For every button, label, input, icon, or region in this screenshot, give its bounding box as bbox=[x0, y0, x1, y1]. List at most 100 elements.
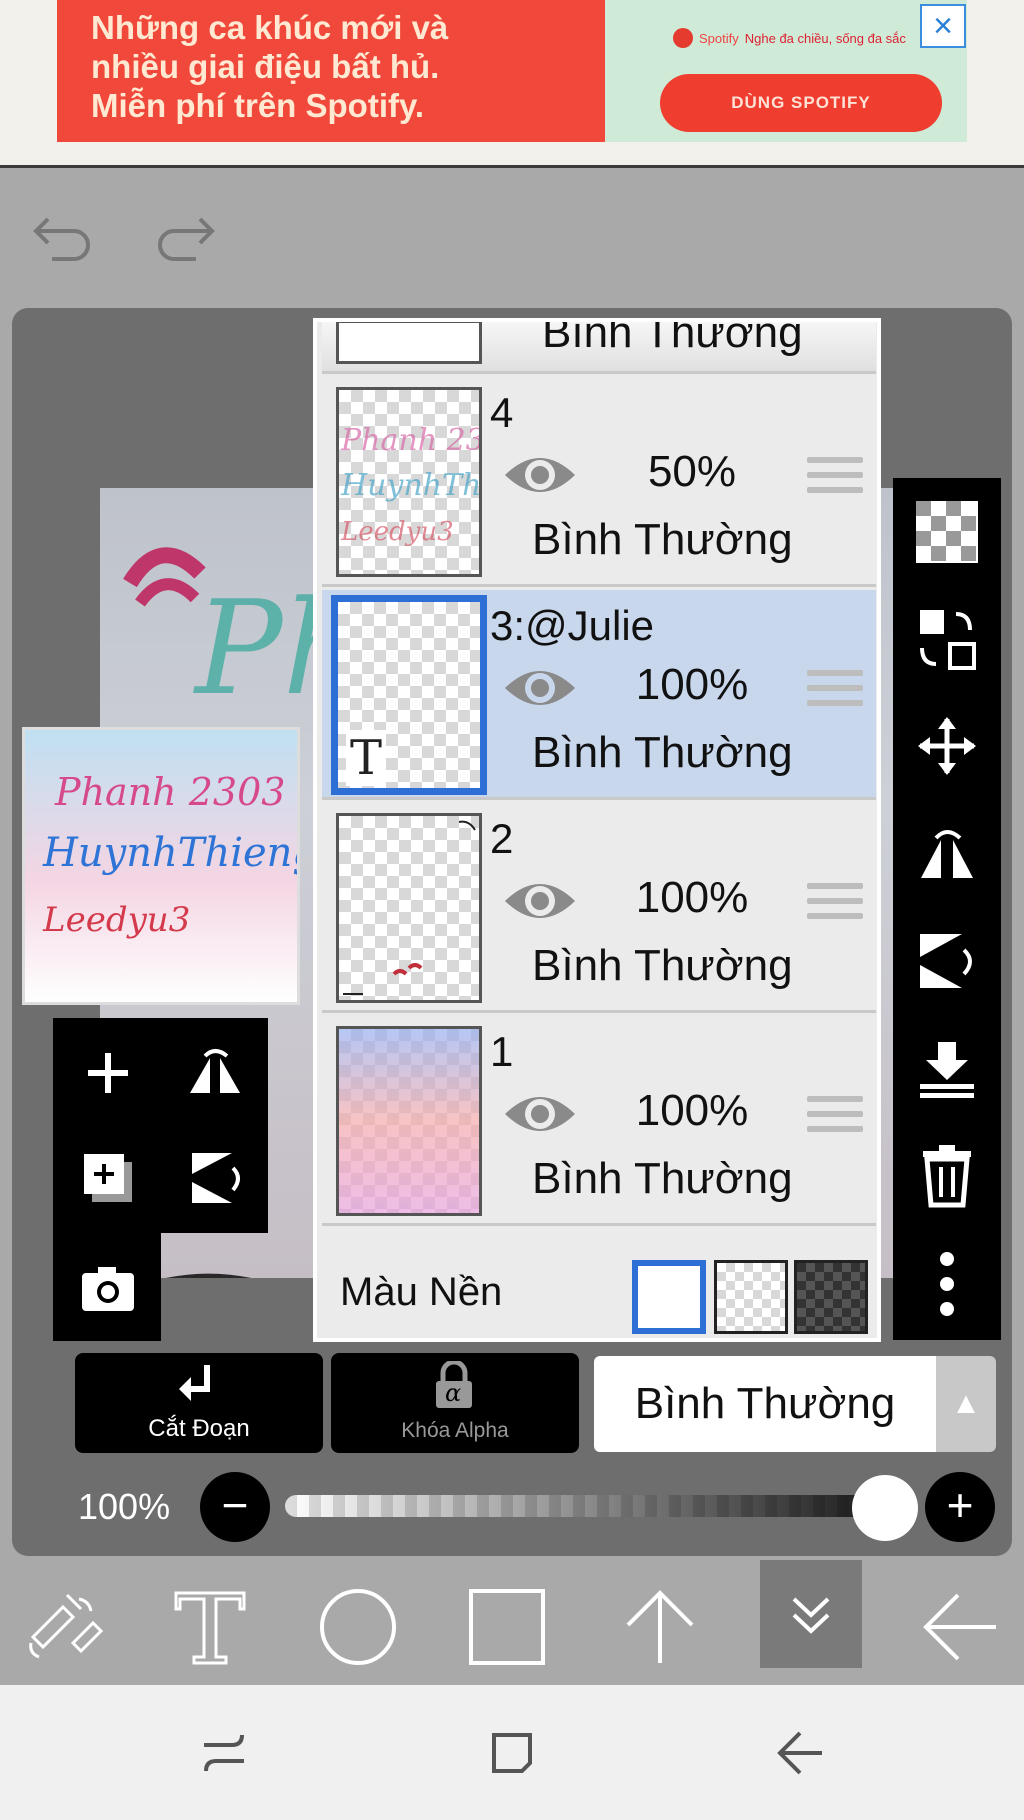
background-dark-checker-swatch[interactable] bbox=[794, 1260, 868, 1334]
undo-icon[interactable] bbox=[30, 205, 96, 261]
layer-row-4[interactable]: Phanh 2303 HuynhThien Leedyu3 4 50% Bình T… bbox=[322, 377, 876, 587]
transparency-icon[interactable] bbox=[911, 496, 983, 568]
layer-blend-mode[interactable]: Bình Thường bbox=[532, 1154, 793, 1204]
layer-opacity[interactable]: 50% bbox=[612, 447, 772, 497]
layer-blend-mode: Bình Thường bbox=[542, 322, 803, 357]
ad-cta-button[interactable]: DÙNG SPOTIFY bbox=[660, 74, 942, 132]
system-nav-bar bbox=[0, 1685, 1024, 1820]
layer-thumbnail bbox=[336, 1026, 482, 1216]
background-color-row: Màu Nền bbox=[322, 1230, 876, 1338]
visibility-eye-icon[interactable] bbox=[502, 660, 578, 716]
ad-close-icon[interactable]: × bbox=[920, 4, 966, 48]
layer-opacity[interactable]: 100% bbox=[612, 1086, 772, 1136]
flip-horizontal-layer-icon[interactable] bbox=[911, 818, 983, 890]
clipping-button[interactable]: Cắt Đoạn bbox=[75, 1353, 323, 1453]
swap-layer-icon[interactable] bbox=[911, 603, 983, 675]
add-layer-icon[interactable] bbox=[73, 1038, 143, 1108]
lock-icon: α bbox=[433, 1359, 475, 1409]
layers-panel[interactable]: Bình Thường Phanh 2303 HuynhThien Leedyu3 … bbox=[313, 318, 881, 1342]
trash-icon[interactable] bbox=[911, 1140, 983, 1212]
visibility-eye-icon[interactable] bbox=[502, 873, 578, 929]
layer-name[interactable]: 1 bbox=[490, 1028, 513, 1076]
clip-arrow-icon bbox=[179, 1365, 210, 1401]
layer-thumbnail bbox=[336, 813, 482, 1003]
layer-name[interactable]: 4 bbox=[490, 389, 513, 437]
text-layer-badge: T bbox=[346, 730, 387, 786]
left-tools-panel-bottom bbox=[53, 1233, 161, 1341]
layer-thumbnail bbox=[336, 322, 482, 364]
layer-thumbnail: T bbox=[331, 595, 487, 795]
home-icon[interactable] bbox=[484, 1725, 540, 1781]
alpha-glyph: α bbox=[445, 1379, 462, 1407]
alpha-lock-button[interactable]: α Khóa Alpha bbox=[331, 1353, 579, 1453]
collapse-layers-icon[interactable] bbox=[760, 1560, 862, 1668]
more-options-icon[interactable] bbox=[911, 1248, 983, 1320]
merge-down-icon[interactable] bbox=[911, 1033, 983, 1105]
layer-blend-mode[interactable]: Bình Thường bbox=[532, 515, 793, 565]
blend-mode-select[interactable]: Bình Thường bbox=[594, 1356, 936, 1452]
ad-line-1: Những ca khúc mới và bbox=[91, 9, 449, 46]
layer-row-partial[interactable]: Bình Thường bbox=[322, 322, 876, 374]
bottom-tool-bar bbox=[0, 1560, 1024, 1685]
background-transparent-swatch[interactable] bbox=[714, 1260, 788, 1334]
svg-text:Leedyu3: Leedyu3 bbox=[340, 517, 454, 547]
move-up-arrow-icon[interactable] bbox=[615, 1582, 705, 1672]
left-tools-panel bbox=[53, 1018, 268, 1233]
layer-opacity[interactable]: 100% bbox=[612, 873, 772, 923]
ad-banner[interactable]: Những ca khúc mới và nhiều giai điệu bất… bbox=[0, 0, 1024, 168]
drag-handle-icon[interactable] bbox=[807, 883, 863, 927]
drag-handle-icon[interactable] bbox=[807, 1096, 863, 1140]
layer-thumbnail: Phanh 2303 HuynhThien Leedyu3 bbox=[336, 387, 482, 577]
add-image-layer-icon[interactable] bbox=[73, 1143, 143, 1213]
flip-vertical-layer-icon[interactable] bbox=[911, 925, 983, 997]
ad-line-2: nhiều giai điệu bất hủ. bbox=[91, 48, 440, 85]
ad-line-3: Miễn phí trên Spotify. bbox=[91, 87, 425, 124]
right-toolbar bbox=[893, 478, 1001, 1340]
background-white-swatch[interactable] bbox=[632, 1260, 706, 1334]
alpha-lock-label: Khóa Alpha bbox=[401, 1419, 509, 1442]
preview-text-1: Phanh 2303 bbox=[55, 770, 286, 814]
rectangle-tool-icon[interactable] bbox=[462, 1582, 552, 1672]
ad-tagline: Nghe đa chiều, sống đa sắc bbox=[744, 30, 906, 46]
layer-blend-mode[interactable]: Bình Thường bbox=[532, 728, 793, 778]
ad-headline[interactable]: Những ca khúc mới và nhiều giai điệu bất… bbox=[57, 0, 605, 142]
flip-horizontal-icon[interactable] bbox=[180, 1038, 250, 1108]
preview-text-2: HuynhThieng bbox=[43, 830, 300, 876]
visibility-eye-icon[interactable] bbox=[502, 1086, 578, 1142]
drag-handle-icon[interactable] bbox=[807, 457, 863, 501]
layer-row-1[interactable]: 1 100% Bình Thường bbox=[322, 1016, 876, 1226]
image-preview: Phanh 2303 HuynhThieng Leedyu3 bbox=[22, 727, 300, 1005]
opacity-increase-button[interactable]: + bbox=[925, 1472, 995, 1542]
layer-blend-mode[interactable]: Bình Thường bbox=[532, 941, 793, 991]
back-arrow-icon[interactable] bbox=[915, 1582, 1005, 1672]
svg-text:Phanh 2303: Phanh 2303 bbox=[340, 423, 479, 458]
move-icon[interactable] bbox=[911, 710, 983, 782]
ad-brand-row: Spotify Nghe đa chiều, sống đa sắc bbox=[673, 28, 906, 48]
preview-text-3: Leedyu3 bbox=[43, 900, 191, 940]
layer-name[interactable]: 3:@Julie bbox=[490, 602, 654, 650]
opacity-decrease-button[interactable]: − bbox=[200, 1472, 270, 1542]
recent-apps-icon[interactable] bbox=[196, 1725, 252, 1781]
visibility-eye-icon[interactable] bbox=[502, 447, 578, 503]
flip-vertical-icon[interactable] bbox=[180, 1143, 250, 1213]
clipping-label: Cắt Đoạn bbox=[148, 1415, 250, 1442]
ad-brand: Spotify bbox=[699, 30, 739, 46]
opacity-slider-track[interactable] bbox=[285, 1495, 885, 1517]
camera-icon[interactable] bbox=[73, 1253, 143, 1323]
drag-handle-icon[interactable] bbox=[807, 670, 863, 714]
system-back-icon[interactable] bbox=[772, 1725, 828, 1781]
background-color-label: Màu Nền bbox=[340, 1270, 503, 1314]
text-tool-icon[interactable] bbox=[165, 1582, 255, 1672]
transform-tool-icon[interactable] bbox=[18, 1582, 108, 1672]
layer-opacity[interactable]: 100% bbox=[612, 660, 772, 710]
redo-icon[interactable] bbox=[152, 205, 218, 261]
opacity-value: 100% bbox=[78, 1486, 171, 1527]
spotify-logo-icon bbox=[673, 28, 693, 48]
svg-text:HuynhThien: HuynhThien bbox=[340, 468, 479, 503]
ellipse-tool-icon[interactable] bbox=[313, 1582, 403, 1672]
blend-mode-expand-icon[interactable]: ▲ bbox=[936, 1356, 996, 1452]
layer-row-2[interactable]: 2 100% Bình Thường bbox=[322, 803, 876, 1013]
layer-name[interactable]: 2 bbox=[490, 815, 513, 863]
layer-row-3[interactable]: T 3:@Julie 100% Bình Thường bbox=[322, 590, 876, 800]
opacity-slider-knob[interactable] bbox=[852, 1475, 918, 1541]
